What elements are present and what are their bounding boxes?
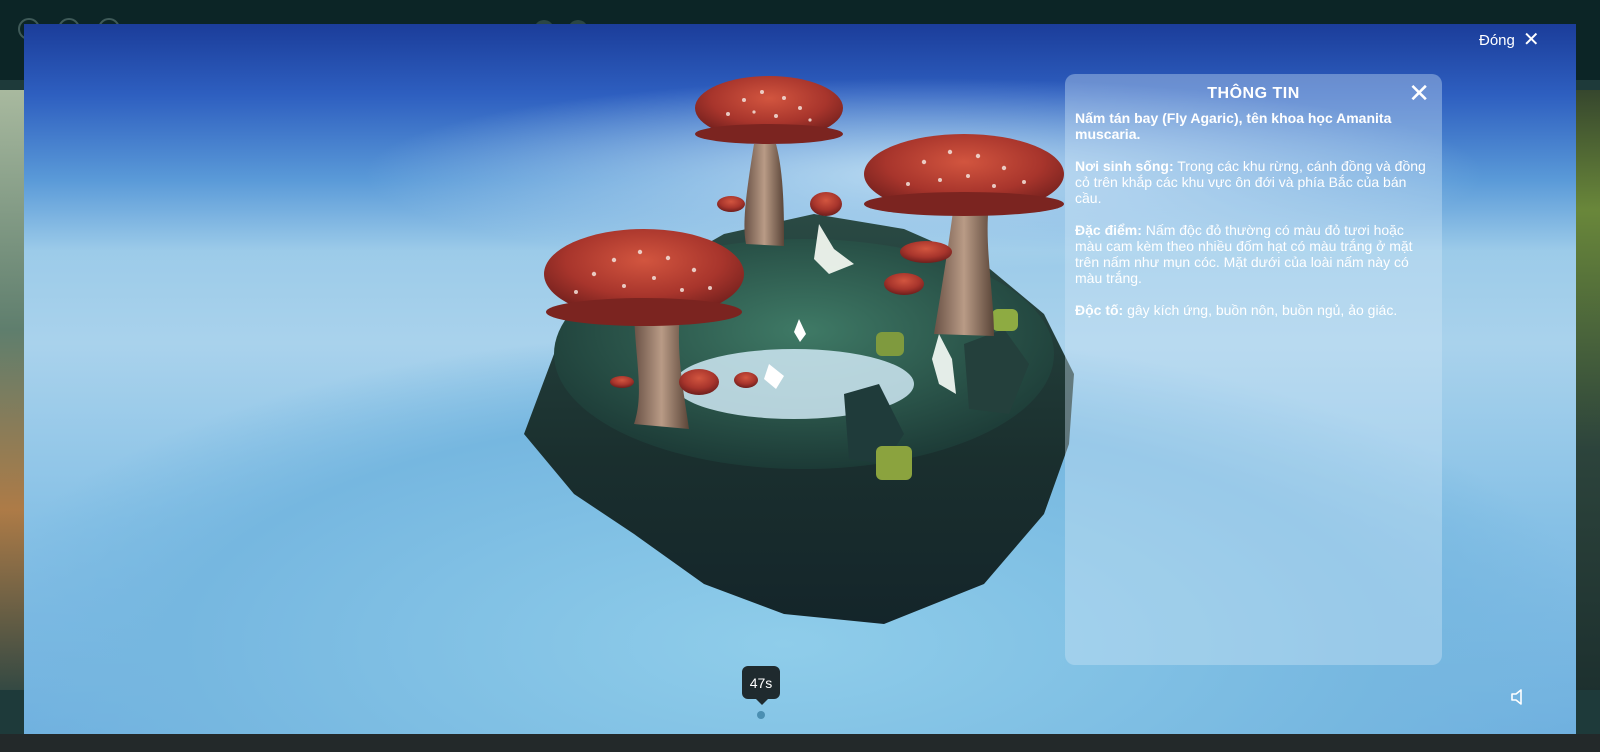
background-right-edge [1576,90,1600,690]
close-icon[interactable]: ✕ [1408,80,1430,106]
ar-viewer-modal: Đóng ✕ THÔNG TIN ✕ Nấm tán bay (Fly Agar… [24,24,1576,734]
info-toxicity-text: gây kích ứng, buồn nôn, buồn ngủ, ảo giá… [1123,302,1398,318]
close-viewer-label: Đóng [1479,31,1515,49]
timer-value: 47s [749,674,773,691]
info-toxicity: Độc tố: gây kích ứng, buồn nôn, buồn ngủ… [1075,302,1432,318]
info-intro: Nấm tán bay (Fly Agaric), tên khoa học A… [1075,110,1432,142]
info-features-label: Đặc điểm: [1075,222,1142,238]
info-toxicity-label: Độc tố: [1075,302,1124,318]
info-intro-text: Nấm tán bay (Fly Agaric), tên khoa học A… [1075,110,1392,142]
background-left-edge [0,90,24,690]
info-features: Đặc điểm: Nấm độc đỏ thường có màu đỏ tư… [1075,222,1432,286]
info-habitat-label: Nơi sinh sống: [1075,158,1174,174]
speaker-icon[interactable] [1508,686,1530,708]
close-icon: ✕ [1522,29,1540,51]
mushroom-island-3d-model[interactable] [484,64,1084,624]
info-panel: THÔNG TIN ✕ Nấm tán bay (Fly Agaric), tê… [1065,74,1442,665]
timer-indicator[interactable] [757,711,765,719]
background-bottom-edge [0,734,1600,752]
info-habitat: Nơi sinh sống: Trong các khu rừng, cánh … [1075,158,1432,206]
info-panel-title: THÔNG TIN [1207,85,1300,102]
close-viewer-button[interactable]: Đóng ✕ [1479,26,1540,54]
timer-tooltip: 47s [742,666,780,705]
